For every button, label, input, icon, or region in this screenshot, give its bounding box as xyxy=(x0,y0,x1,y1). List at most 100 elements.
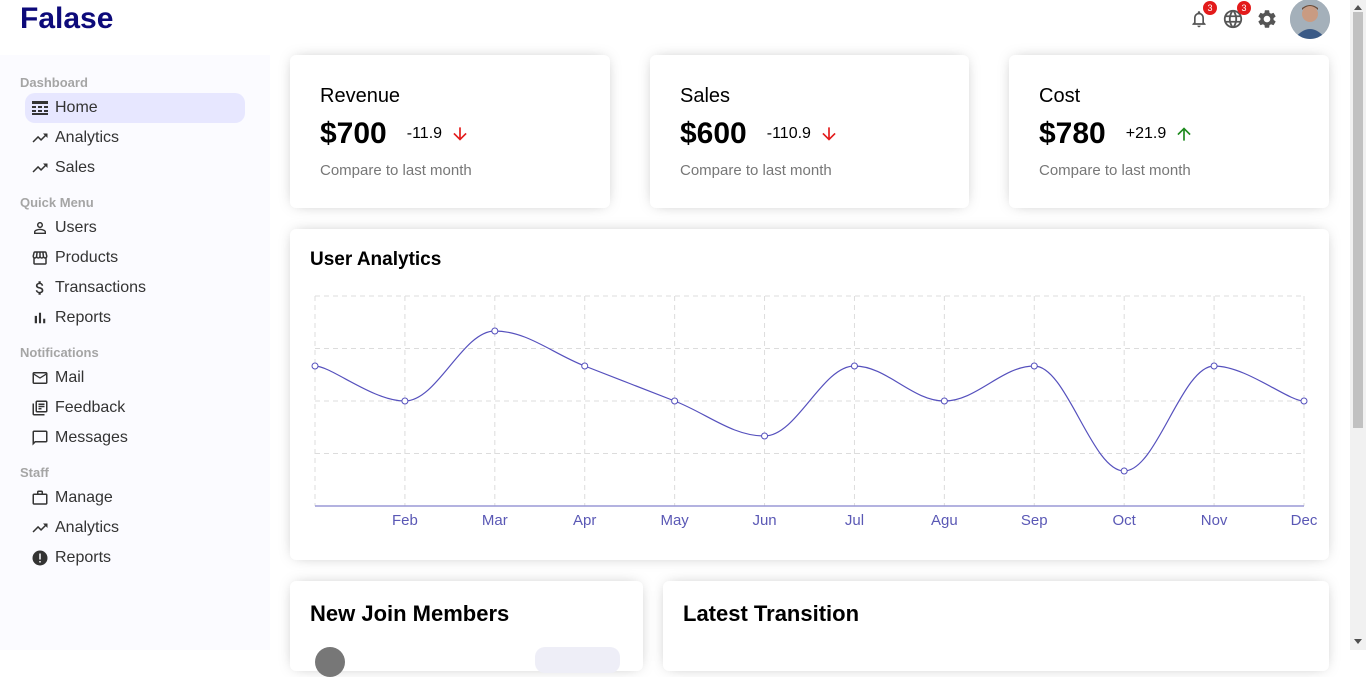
scroll-thumb[interactable] xyxy=(1353,12,1363,428)
user-analytics-chart: Feb Mar Apr May Jun Jul Agu Sep Oct Nov Dec xyxy=(311,295,1318,529)
latest-transactions-widget: Latest Transition xyxy=(663,581,1329,671)
featured-subtitle: Compare to last month xyxy=(680,162,832,179)
dollar-icon xyxy=(31,279,49,297)
user-icon xyxy=(31,219,49,237)
featured-rate: +21.9 xyxy=(1126,124,1194,144)
data-point-mar[interactable] xyxy=(491,327,499,335)
language-button[interactable]: 3 xyxy=(1222,1,1251,30)
logo[interactable]: Falase xyxy=(20,2,113,36)
featured-rate-value: +21.9 xyxy=(1125,125,1167,142)
featured-rate-value: -110.9 xyxy=(766,125,811,142)
sidebar-item-label: Analytics xyxy=(55,519,120,536)
x-tick-label: Oct xyxy=(1113,512,1137,529)
sidebar-item-feedback[interactable]: Feedback xyxy=(25,393,245,423)
arrow-down-icon xyxy=(822,127,836,141)
x-tick-label: Dec xyxy=(1291,512,1318,529)
sidebar-item-transactions[interactable]: Transactions xyxy=(25,273,245,303)
data-point-jul[interactable] xyxy=(850,362,858,370)
topbar: Falase 3 3 xyxy=(0,0,1350,50)
sidebar-item-products[interactable]: Products xyxy=(25,243,245,273)
notifications-button[interactable]: 3 xyxy=(1188,1,1217,30)
sidebar-section: Quick Menu Users Products Transactions Repor… xyxy=(20,193,270,333)
data-point-feb[interactable] xyxy=(401,397,409,405)
sidebar-item-sales[interactable]: Sales xyxy=(25,153,245,183)
sidebar-item-messages[interactable]: Messages xyxy=(25,423,245,453)
data-point-agu[interactable] xyxy=(940,397,948,405)
sidebar-item-label: Home xyxy=(55,99,98,116)
sidebar-section-title: Notifications xyxy=(20,345,99,360)
featured-money-container: $600 -110.9 xyxy=(680,117,839,151)
member-avatar xyxy=(315,647,345,677)
widget-title: New Join Members xyxy=(310,601,510,626)
arrow-up-icon xyxy=(1177,127,1191,141)
data-point-sep[interactable] xyxy=(1030,362,1038,370)
sidebar-section-title: Dashboard xyxy=(20,75,88,90)
sidebar-item-label: Transactions xyxy=(55,279,146,296)
data-point-apr[interactable] xyxy=(581,362,589,370)
chat-icon xyxy=(31,429,49,447)
gear-icon xyxy=(1258,10,1276,28)
sidebar-item-home[interactable]: Home xyxy=(25,93,245,123)
sidebar-section-title: Staff xyxy=(20,465,49,480)
featured-rate-value: -11.9 xyxy=(406,125,443,142)
feedback-icon xyxy=(31,399,49,417)
trending-up-icon xyxy=(31,159,49,177)
home-icon xyxy=(31,99,49,117)
x-tick-label: May xyxy=(660,512,689,529)
data-point-dec[interactable] xyxy=(1300,397,1308,405)
notifications-badge: 3 xyxy=(1203,1,1217,15)
sidebar-item-label: Manage xyxy=(55,489,113,506)
featured-card-sales: Sales $600 -110.9 Compare to last month xyxy=(650,55,969,208)
sidebar-section: Staff Manage Analytics Reports xyxy=(20,463,270,573)
sidebar-item-label: Reports xyxy=(55,309,112,326)
featured-title: Revenue xyxy=(320,85,401,107)
x-tick-label: Sep xyxy=(1021,512,1048,529)
x-tick-label: Apr xyxy=(573,512,596,529)
featured-rate: -11.9 xyxy=(407,124,470,144)
sidebar-item-mail[interactable]: Mail xyxy=(25,363,245,393)
featured-subtitle: Compare to last month xyxy=(320,162,472,179)
sidebar-item-reports[interactable]: Reports xyxy=(25,303,245,333)
report-icon xyxy=(31,549,49,567)
featured-money-container: $700 -11.9 xyxy=(320,117,470,151)
bar-chart-icon xyxy=(31,309,49,327)
x-tick-label: Nov xyxy=(1201,512,1228,529)
sidebar-item-users[interactable]: Users xyxy=(25,213,245,243)
trending-up-icon xyxy=(31,519,49,537)
avatar[interactable] xyxy=(1290,0,1330,39)
sidebar-section: Dashboard Home Analytics Sales xyxy=(20,73,270,183)
sidebar-item-label: Products xyxy=(55,249,119,266)
x-tick-label: Agu xyxy=(931,512,958,529)
data-point-may[interactable] xyxy=(671,397,679,405)
sidebar-section-title: Quick Menu xyxy=(20,195,94,210)
featured-card-cost: Cost $780 +21.9 Compare to last month xyxy=(1009,55,1329,208)
sidebar: Dashboard Home Analytics Sales Quick Menu Use… xyxy=(0,55,270,650)
sidebar-item-analytics[interactable]: Analytics xyxy=(25,513,245,543)
settings-button[interactable] xyxy=(1256,8,1278,30)
data-point-jun[interactable] xyxy=(761,432,769,440)
sidebar-item-manage[interactable]: Manage xyxy=(25,483,245,513)
scroll-up-arrow[interactable] xyxy=(1354,5,1362,10)
featured-money: $780 xyxy=(1039,117,1106,150)
featured-money: $700 xyxy=(320,117,387,150)
data-point-jan[interactable] xyxy=(311,362,319,370)
data-point-oct[interactable] xyxy=(1120,467,1128,475)
x-tick-label: Jun xyxy=(752,512,776,529)
widget-title: Latest Transition xyxy=(683,601,860,626)
featured-title: Cost xyxy=(1039,85,1081,107)
sidebar-section: Notifications Mail Feedback Messages xyxy=(20,343,270,453)
page-scrollbar[interactable] xyxy=(1350,0,1366,650)
sidebar-item-reports[interactable]: Reports xyxy=(25,543,245,573)
user-analytics-chart-card: User Analytics Feb Mar Apr May Jun Jul Agu Sep O… xyxy=(290,229,1329,560)
x-tick-label: Mar xyxy=(482,512,508,529)
sidebar-item-label: Reports xyxy=(55,549,112,566)
scroll-down-arrow[interactable] xyxy=(1354,639,1362,644)
arrow-down-icon xyxy=(453,127,467,141)
member-button[interactable] xyxy=(535,647,620,673)
language-badge: 3 xyxy=(1237,1,1251,15)
storefront-icon xyxy=(31,249,49,267)
data-point-nov[interactable] xyxy=(1210,362,1218,370)
x-tick-label: Feb xyxy=(392,512,418,529)
sidebar-item-analytics[interactable]: Analytics xyxy=(25,123,245,153)
featured-rate: -110.9 xyxy=(767,124,839,144)
